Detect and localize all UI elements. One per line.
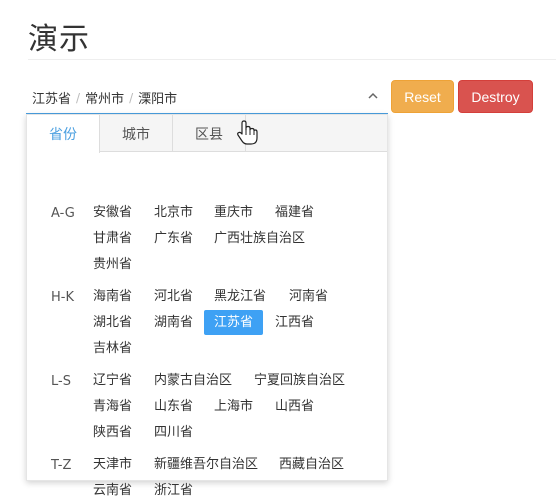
hand-cursor-icon: [237, 120, 258, 145]
province-item[interactable]: 云南省: [83, 478, 142, 497]
tab-city[interactable]: 城市: [100, 115, 173, 152]
province-item[interactable]: 天津市: [83, 452, 142, 477]
province-item[interactable]: 吉林省: [83, 336, 142, 361]
picker-tabs: 省份 城市 区县: [27, 115, 387, 153]
reset-button[interactable]: Reset: [391, 80, 454, 113]
province-item[interactable]: 河南省: [279, 284, 338, 309]
picker-district: 溧阳市: [138, 92, 178, 107]
province-item[interactable]: 黑龙江省: [204, 284, 276, 309]
province-item[interactable]: 湖北省: [83, 310, 142, 335]
province-item[interactable]: 福建省: [265, 200, 324, 225]
province-item[interactable]: 西藏自治区: [269, 452, 354, 477]
province-item[interactable]: 青海省: [83, 394, 142, 419]
province-item[interactable]: 宁夏回族自治区: [244, 368, 355, 393]
province-item[interactable]: 山西省: [265, 394, 324, 419]
picker-city: 常州市: [85, 92, 125, 107]
picker-dropdown: 省份 城市 区县 A-G 安徽省 北京市 重庆市 福建省甘肃省 广东省 广西壮族自治区贵州省…: [26, 114, 388, 497]
destroy-button[interactable]: Destroy: [458, 80, 533, 113]
group-label: L-S: [51, 374, 71, 389]
province-item[interactable]: 湖南省: [144, 310, 203, 335]
province-item[interactable]: 陕西省: [83, 420, 142, 445]
picker-separator: /: [129, 90, 134, 105]
province-item[interactable]: 广东省: [144, 226, 203, 251]
province-item[interactable]: 贵州省: [83, 252, 142, 277]
province-item[interactable]: 山东省: [144, 394, 203, 419]
province-item[interactable]: 海南省: [83, 284, 142, 309]
group-label: H-K: [51, 290, 74, 305]
province-item[interactable]: 江西省: [265, 310, 324, 335]
chevron-up-icon[interactable]: [366, 89, 380, 103]
page-title: 演示: [28, 22, 90, 57]
province-item[interactable]: 北京市: [144, 200, 203, 225]
group-label: T-Z: [51, 458, 72, 473]
picker-province: 江苏省: [32, 92, 72, 107]
province-item[interactable]: 河北省: [144, 284, 203, 309]
title-divider: [28, 59, 556, 60]
province-item[interactable]: 辽宁省: [83, 368, 142, 393]
province-item[interactable]: 上海市: [204, 394, 263, 419]
province-item[interactable]: 浙江省: [144, 478, 203, 497]
province-item[interactable]: 甘肃省: [83, 226, 142, 251]
province-item[interactable]: 重庆市: [204, 200, 263, 225]
picker-separator: /: [76, 90, 81, 105]
province-item[interactable]: 安徽省: [83, 200, 142, 225]
province-item[interactable]: 四川省: [144, 420, 203, 445]
province-item[interactable]: 内蒙古自治区: [144, 368, 242, 393]
province-item[interactable]: 江苏省: [204, 310, 264, 335]
tab-province[interactable]: 省份: [27, 115, 100, 153]
city-picker-input[interactable]: 江苏省 / 常州市 / 溧阳市: [26, 82, 388, 114]
province-item[interactable]: 新疆维吾尔自治区: [144, 452, 268, 477]
group-label: A-G: [51, 206, 75, 221]
province-item[interactable]: 广西壮族自治区: [204, 226, 315, 251]
